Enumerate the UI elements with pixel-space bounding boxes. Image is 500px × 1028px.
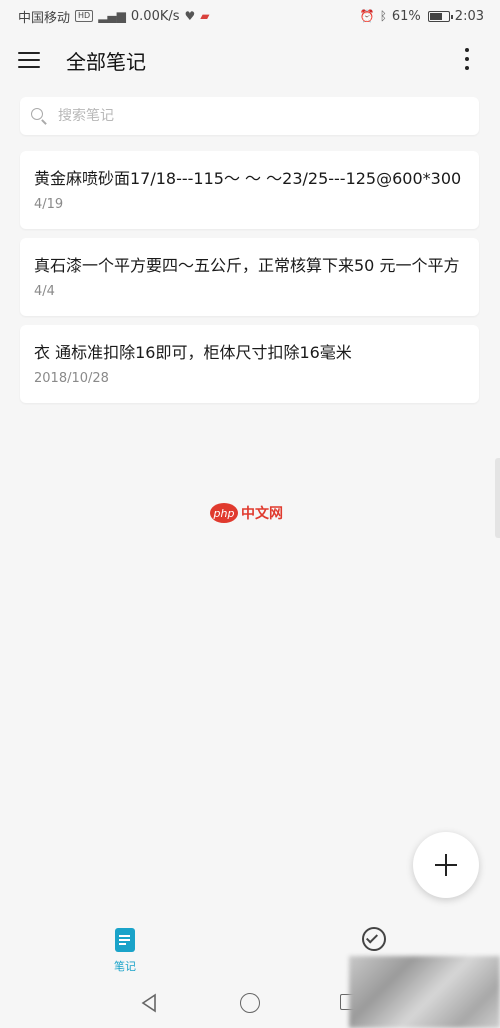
app-notification-icon: ▰ xyxy=(200,9,210,23)
more-options-icon[interactable] xyxy=(464,48,470,72)
alarm-icon: ⏰ xyxy=(359,9,375,23)
tab-notes-label: 笔记 xyxy=(114,960,136,973)
search-input[interactable] xyxy=(58,108,458,124)
status-bar: 中国移动 HD ▂▄▆ 0.00K/s ♥ ▰ ⏰ ᛒ 61% 2:03 xyxy=(0,0,500,32)
signal-icon: ▂▄▆ xyxy=(98,9,126,23)
bluetooth-icon: ᛒ xyxy=(379,9,387,23)
status-left: 中国移动 HD ▂▄▆ 0.00K/s ♥ ▰ xyxy=(18,7,210,26)
watermark-text: 中文网 xyxy=(241,506,283,522)
note-date: 2018/10/28 xyxy=(34,371,109,386)
network-speed: 0.00K/s xyxy=(130,8,180,24)
nav-home-icon[interactable] xyxy=(240,993,260,1013)
hamburger-menu-icon[interactable] xyxy=(18,51,40,69)
hd-badge: HD xyxy=(75,10,94,22)
tab-notes[interactable]: 笔记 xyxy=(104,926,146,976)
note-date: 4/19 xyxy=(34,197,64,212)
tab-todo[interactable] xyxy=(362,927,388,953)
note-document-icon xyxy=(115,928,135,952)
note-card[interactable]: 真石漆一个平方要四～五公斤，正常核算下来50 元一个平方 4/4 xyxy=(20,238,479,316)
watermark: php 中文网 xyxy=(210,503,283,523)
clock-time: 2:03 xyxy=(454,8,484,24)
search-box[interactable] xyxy=(20,97,479,135)
note-date: 4/4 xyxy=(34,284,55,299)
php-logo: php xyxy=(210,503,238,523)
nav-back-icon[interactable] xyxy=(140,993,160,1013)
carrier-label: 中国移动 xyxy=(18,10,71,26)
note-title: 衣 通标准扣除16即可，柜体尺寸扣除16毫米 xyxy=(34,343,352,362)
status-right: ⏰ ᛒ 61% 2:03 xyxy=(360,9,484,24)
add-note-button[interactable] xyxy=(413,832,479,898)
note-card[interactable]: 衣 通标准扣除16即可，柜体尺寸扣除16毫米 2018/10/28 xyxy=(20,325,479,403)
battery-icon xyxy=(427,10,453,22)
note-card[interactable]: 黄金麻喷砂面17/18---115～ ～ ～23/25---125@600*30… xyxy=(20,151,479,229)
health-heart-icon: ♥ xyxy=(184,9,196,23)
app-bar: 全部笔记 xyxy=(0,32,500,88)
battery-percent: 61% xyxy=(391,8,421,24)
page-title: 全部笔记 xyxy=(66,49,146,74)
search-icon xyxy=(30,107,48,125)
edge-swipe-handle[interactable] xyxy=(495,458,500,538)
note-title: 黄金麻喷砂面17/18---115～ ～ ～23/25---125@600*30… xyxy=(34,169,462,188)
note-title: 真石漆一个平方要四～五公斤，正常核算下来50 元一个平方 xyxy=(34,256,460,275)
blurred-region xyxy=(349,956,500,1028)
